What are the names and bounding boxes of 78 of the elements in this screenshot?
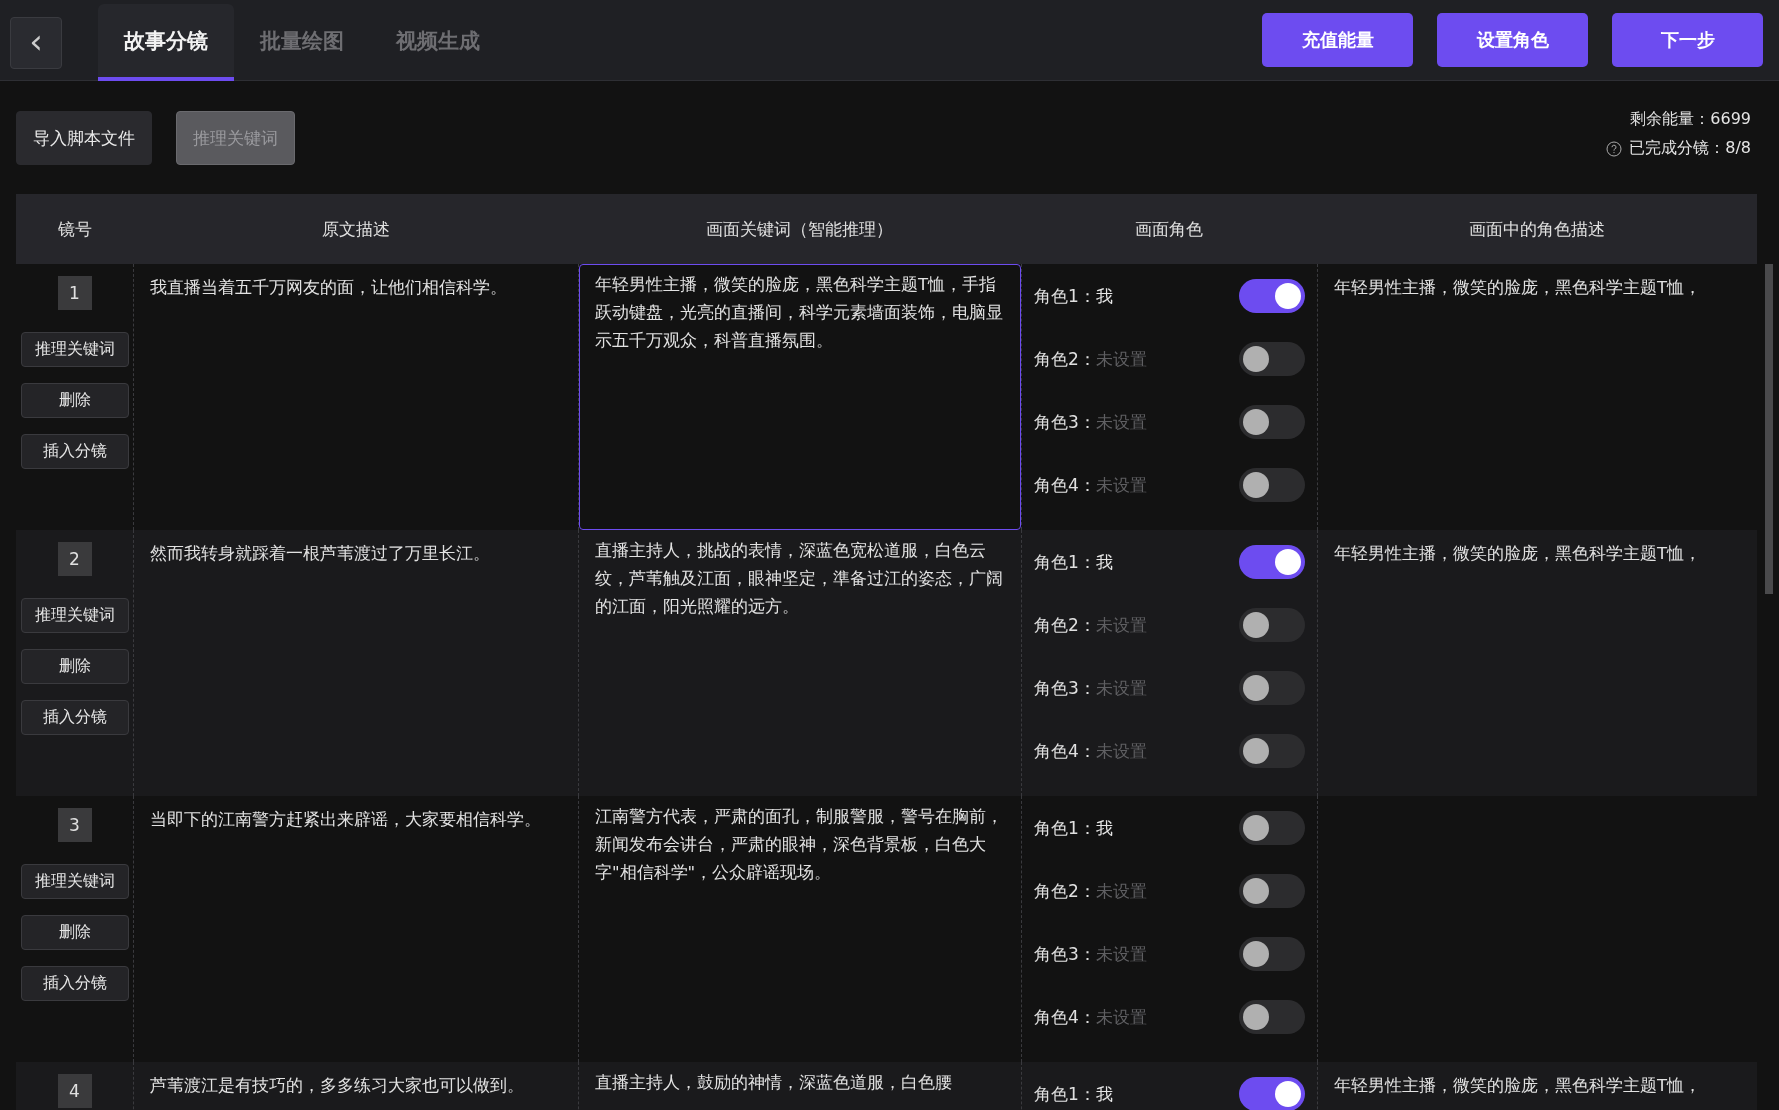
column-header: 画面中的角色描述 [1469, 217, 1605, 241]
column-header: 原文描述 [321, 217, 390, 241]
role-value: 未设置 [1095, 347, 1147, 371]
role-toggle[interactable] [1239, 467, 1305, 502]
role-value: 未设置 [1095, 1005, 1147, 1029]
role-toggle[interactable] [1239, 544, 1305, 579]
role-label: 角色3： [1034, 942, 1096, 966]
role-toggle[interactable] [1239, 607, 1305, 642]
energy-text: 剩余能量：6699 [1630, 109, 1751, 130]
role-label: 角色4： [1034, 739, 1096, 763]
role-value: 未设置 [1095, 676, 1147, 700]
role-label: 角色4： [1034, 1005, 1096, 1029]
role-value: 我 [1095, 550, 1113, 574]
shot-number: 2 [57, 542, 92, 576]
role-label: 角色2： [1034, 613, 1096, 637]
row-action-button[interactable]: 插入分镜 [20, 966, 129, 1001]
column-header: 画面关键词（智能推理） [706, 217, 893, 241]
row-action-button[interactable]: 删除 [20, 915, 129, 950]
role-value: 未设置 [1095, 473, 1147, 497]
original-text: 当即下的江南警方赶紧出来辟谣，大家要相信科学。 [150, 809, 542, 831]
role-value: 我 [1095, 1082, 1113, 1106]
role-value: 未设置 [1095, 410, 1147, 434]
action-button[interactable]: 设置角色 [1437, 13, 1588, 67]
role-toggle[interactable] [1239, 341, 1305, 376]
keywords-field[interactable]: 江南警方代表，严肃的面孔，制服警服，警号在胸前，新闻发布会讲台，严肃的眼神，深色背景板，白色大字"相信科学"，公众辟谣现场。 [579, 796, 1021, 1062]
shot-number: 1 [57, 276, 92, 310]
role-label: 角色1： [1034, 284, 1096, 308]
role-toggle[interactable] [1239, 404, 1305, 439]
role-value: 未设置 [1095, 942, 1147, 966]
role-label: 角色1： [1034, 550, 1096, 574]
role-label: 角色4： [1034, 473, 1096, 497]
role-value: 我 [1095, 816, 1113, 840]
shot-number: 4 [57, 1074, 92, 1108]
column-header: 镜号 [57, 217, 92, 241]
keywords-field[interactable]: 直播主持人，鼓励的神情，深蓝色道服，白色腰 [579, 1062, 1021, 1110]
role-description: 年轻男性主播，微笑的脸庞，黑色科学主题T恤， [1334, 1075, 1703, 1097]
role-label: 角色2： [1034, 347, 1096, 371]
row-action-button[interactable]: 删除 [20, 383, 129, 418]
role-toggle[interactable] [1239, 670, 1305, 705]
progress-text: 已完成分镜：8/8 [1629, 138, 1751, 159]
role-value: 我 [1095, 284, 1113, 308]
original-text: 然而我转身就踩着一根芦苇渡过了万里长江。 [150, 543, 491, 565]
role-label: 角色1： [1034, 816, 1096, 840]
action-button[interactable]: 下一步 [1612, 13, 1763, 67]
tab[interactable]: 故事分镜 [98, 4, 234, 81]
role-value: 未设置 [1095, 613, 1147, 637]
role-toggle[interactable] [1239, 999, 1305, 1034]
role-label: 角色1： [1034, 1082, 1096, 1106]
role-toggle[interactable] [1239, 1076, 1305, 1110]
role-label: 角色3： [1034, 676, 1096, 700]
column-header: 画面角色 [1135, 217, 1203, 241]
scrollbar[interactable] [1765, 264, 1773, 594]
original-text: 芦苇渡江是有技巧的，多多练习大家也可以做到。 [150, 1075, 525, 1097]
help-icon[interactable] [1606, 140, 1623, 157]
keywords-field[interactable]: 直播主持人，挑战的表情，深蓝色宽松道服，白色云纹，芦苇触及江面，眼神坚定，準备过江的姿态，广阔的江面，阳光照耀的远方。 [579, 530, 1021, 796]
role-label: 角色3： [1034, 410, 1096, 434]
keywords-field[interactable]: 年轻男性主播，微笑的脸庞，黑色科学主题T恤，手指跃动键盘，光亮的直播间，科学元素墙面装饰，电脑显示五千万观众，科普直播氛围。 [579, 264, 1021, 530]
row-action-button[interactable]: 推理关键词 [20, 864, 129, 899]
action-button[interactable]: 充值能量 [1262, 13, 1413, 67]
role-toggle[interactable] [1239, 873, 1305, 908]
row-action-button[interactable]: 插入分镜 [20, 700, 129, 735]
row-action-button[interactable]: 插入分镜 [20, 434, 129, 469]
role-description: 年轻男性主播，微笑的脸庞，黑色科学主题T恤， [1334, 277, 1703, 299]
row-action-button[interactable]: 推理关键词 [20, 598, 129, 633]
back-button[interactable]: ‹ [10, 17, 62, 69]
role-label: 角色2： [1034, 879, 1096, 903]
role-value: 未设置 [1095, 879, 1147, 903]
row-action-button[interactable]: 删除 [20, 649, 129, 684]
role-toggle[interactable] [1239, 733, 1305, 768]
toolbar-button[interactable]: 导入脚本文件 [16, 111, 152, 165]
role-description: 年轻男性主播，微笑的脸庞，黑色科学主题T恤， [1334, 543, 1703, 565]
shot-number: 3 [57, 808, 92, 842]
role-value: 未设置 [1095, 739, 1147, 763]
original-text: 我直播当着五千万网友的面，让他们相信科学。 [150, 277, 508, 299]
role-toggle[interactable] [1239, 936, 1305, 971]
role-toggle[interactable] [1239, 278, 1305, 313]
role-toggle[interactable] [1239, 810, 1305, 845]
row-action-button[interactable]: 推理关键词 [20, 332, 129, 367]
